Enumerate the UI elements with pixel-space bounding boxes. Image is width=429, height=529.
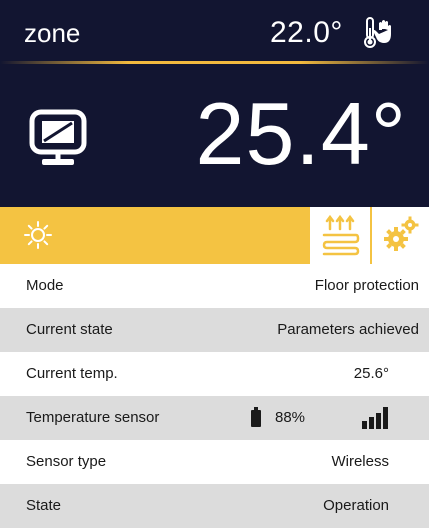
row-value: Floor protection [314,277,419,294]
row-label: State [26,497,62,514]
row-value: Wireless [331,453,389,470]
row-temperature-sensor: Temperature sensor 88% [0,396,429,440]
row-label: Mode [26,277,64,294]
battery-icon [251,407,261,427]
row-label: Current state [26,321,113,338]
floor-heating-icon [322,214,360,256]
row-value: 25.6° [353,365,389,382]
row-value: Operation [323,497,389,514]
zone-name: zone [24,18,81,48]
settings-button[interactable] [372,207,429,264]
zone-card: zone 22.0° 25.4° Mode Floor protection C… [0,0,429,529]
battery-level: 88% [275,409,306,426]
signal-strength-icon [362,407,388,429]
row-label: Current temp. [26,365,118,382]
gears-icon [384,216,419,251]
row-mode: Mode Floor protection [0,264,429,308]
zone-header: zone 22.0° 25.4° [0,0,429,207]
row-current-temp: Current temp. 25.6° [0,352,429,396]
row-label: Sensor type [26,453,107,470]
current-temperature: 25.4° [195,84,407,183]
thermometer-hand-icon[interactable] [364,16,398,50]
setpoint-temperature[interactable]: 22.0° [270,16,343,50]
row-sensor-type: Sensor type Wireless [0,440,429,484]
parameter-list: Mode Floor protection Current state Para… [0,264,429,528]
sun-icon[interactable] [23,220,53,250]
row-value: Parameters achieved [277,321,419,338]
row-label: Temperature sensor [26,409,160,426]
row-current-state: Current state Parameters achieved [0,308,429,352]
floor-heating-button[interactable] [310,207,370,264]
row-state: State Operation [0,484,429,528]
header-divider [0,61,429,64]
monitor-icon [29,109,87,165]
